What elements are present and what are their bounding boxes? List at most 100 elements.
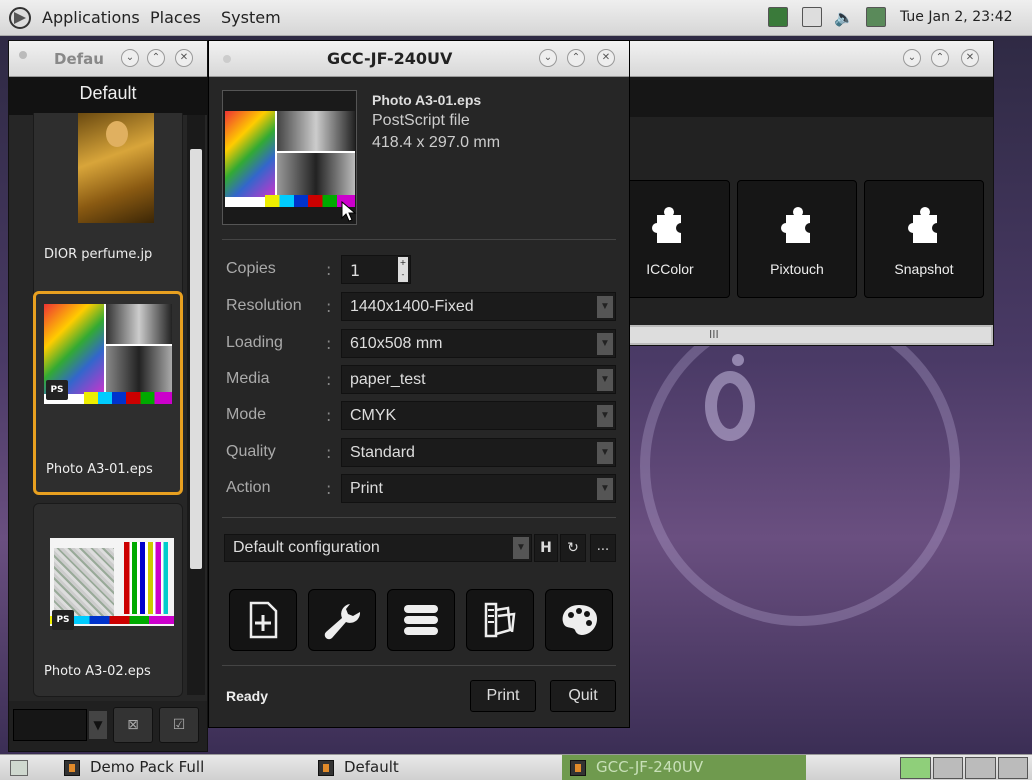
file-tile-dior[interactable]: DIOR perfume.jp xyxy=(33,113,183,311)
workspace-2[interactable] xyxy=(932,757,963,779)
plugin-label: Snapshot xyxy=(894,261,954,277)
colon: : xyxy=(326,297,332,316)
maximize-icon[interactable]: ⌃ xyxy=(147,49,165,67)
close-icon[interactable]: ✕ xyxy=(175,49,193,67)
print-button[interactable]: Print xyxy=(470,680,536,712)
task-label: Demo Pack Full xyxy=(90,758,205,776)
settings-button[interactable] xyxy=(308,589,376,651)
dropdown-arrow-icon: ▼ xyxy=(597,333,613,355)
queue-button[interactable] xyxy=(387,589,455,651)
swatches-button[interactable] xyxy=(466,589,534,651)
file-list-scrollbar[interactable] xyxy=(187,115,205,695)
stepper-arrows-icon[interactable]: + - xyxy=(398,257,408,282)
volume-icon[interactable]: 🔈 xyxy=(834,8,854,27)
default-header: Default xyxy=(9,77,207,115)
maximize-icon[interactable]: ⌃ xyxy=(931,49,949,67)
color-button[interactable] xyxy=(545,589,613,651)
filter-field[interactable] xyxy=(13,709,87,741)
task-demo-pack-full[interactable]: Demo Pack Full xyxy=(56,755,296,780)
workspace-3[interactable] xyxy=(965,757,996,779)
dropdown-arrow-icon[interactable]: ▼ xyxy=(89,711,107,739)
file-preview[interactable] xyxy=(222,90,357,225)
top-panel: Applications Places System 🔈 Tue Jan 2, … xyxy=(0,0,1032,36)
plugin-snapshot[interactable]: Snapshot xyxy=(864,180,984,298)
minimize-icon[interactable]: ⌄ xyxy=(121,49,139,67)
task-gcc-jf-240uv[interactable]: GCC-JF-240UV xyxy=(562,755,806,780)
plugin-label: Pixtouch xyxy=(770,261,824,277)
colon: : xyxy=(326,406,332,425)
minimize-icon[interactable]: ⌄ xyxy=(903,49,921,67)
maximize-icon[interactable]: ⌃ xyxy=(567,49,585,67)
resolution-select[interactable]: 1440x1400-Fixed ▼ xyxy=(341,292,616,321)
file-tile-photo-a3-01[interactable]: PS Photo A3-01.eps xyxy=(33,291,183,495)
taskbar: Demo Pack Full Default GCC-JF-240UV xyxy=(0,754,1032,780)
minimize-icon[interactable]: ⌄ xyxy=(539,49,557,67)
quit-button[interactable]: Quit xyxy=(550,680,616,712)
app-icon xyxy=(318,760,334,776)
file-label: Photo A3-02.eps xyxy=(44,664,151,679)
keyboard-icon[interactable] xyxy=(802,7,822,27)
window-menu-icon[interactable] xyxy=(223,55,231,63)
palette-icon xyxy=(562,605,597,635)
default-window-toolbar: ▼ ⊠ ☑ xyxy=(9,701,207,751)
colon: : xyxy=(326,443,332,462)
scrollbar-thumb[interactable] xyxy=(190,149,202,569)
screen-icon[interactable] xyxy=(768,7,788,27)
loading-label: Loading xyxy=(226,334,283,351)
menu-applications[interactable]: Applications xyxy=(42,8,140,27)
status-text: Ready xyxy=(226,688,269,704)
plugins-window-titlebar[interactable]: ⌄ ⌃ ✕ xyxy=(621,41,993,77)
default-window-titlebar[interactable]: Defau ⌄ ⌃ ✕ xyxy=(9,41,207,77)
configuration-select[interactable]: Default configuration ▼ xyxy=(224,534,532,562)
action-label: Action xyxy=(226,479,271,496)
workspace-4[interactable] xyxy=(997,757,1028,779)
preview-image xyxy=(225,111,355,207)
configuration-value: Default configuration xyxy=(233,539,380,556)
dropdown-arrow-icon: ▼ xyxy=(597,478,613,500)
mode-select[interactable]: CMYK ▼ xyxy=(341,401,616,430)
clock[interactable]: Tue Jan 2, 23:42 xyxy=(900,9,1013,25)
close-icon[interactable]: ✕ xyxy=(961,49,979,67)
save-config-icon[interactable]: H xyxy=(534,534,558,562)
refresh-icon[interactable]: ↻ xyxy=(560,534,586,562)
divider xyxy=(222,517,616,518)
resolution-label: Resolution xyxy=(226,297,302,314)
more-options-button[interactable]: ... xyxy=(590,534,616,562)
dropdown-arrow-icon: ▼ xyxy=(513,537,529,559)
loading-select[interactable]: 610x508 mm ▼ xyxy=(341,329,616,358)
file-tile-photo-a3-02[interactable]: PS Photo A3-02.eps xyxy=(33,503,183,697)
divider xyxy=(222,239,616,240)
wallpaper-swirl xyxy=(640,306,960,626)
network-icon[interactable] xyxy=(866,7,886,27)
list-icon xyxy=(404,605,438,635)
swatch-icon xyxy=(484,602,516,638)
puzzle-icon xyxy=(651,207,681,243)
colon: : xyxy=(326,370,332,389)
workspace-switcher[interactable] xyxy=(900,757,1028,779)
select-all-icon[interactable]: ☑ xyxy=(159,707,199,743)
quality-select[interactable]: Standard ▼ xyxy=(341,438,616,467)
close-icon[interactable]: ✕ xyxy=(597,49,615,67)
action-select[interactable]: Print ▼ xyxy=(341,474,616,503)
plugin-pixtouch[interactable]: Pixtouch xyxy=(737,180,857,298)
menu-places[interactable]: Places xyxy=(150,8,201,27)
print-dialog-titlebar[interactable]: GCC-JF-240UV ⌄ ⌃ ✕ xyxy=(209,41,629,77)
task-default[interactable]: Default xyxy=(310,755,550,780)
wallpaper-mark xyxy=(705,371,755,441)
workspace-1[interactable] xyxy=(900,757,931,779)
quality-value: Standard xyxy=(350,444,415,461)
task-label: Default xyxy=(344,758,399,776)
file-type: PostScript file xyxy=(372,112,470,129)
add-file-button[interactable] xyxy=(229,589,297,651)
plugins-hscroll[interactable]: III xyxy=(621,325,993,345)
copies-stepper[interactable]: 1 + - xyxy=(341,255,411,284)
window-menu-icon[interactable] xyxy=(19,51,27,59)
puzzle-icon xyxy=(780,207,810,243)
remove-file-icon[interactable]: ⊠ xyxy=(113,707,153,743)
app-icon xyxy=(64,760,80,776)
gnome-foot-icon[interactable] xyxy=(8,6,34,30)
media-select[interactable]: paper_test ▼ xyxy=(341,365,616,394)
show-desktop-icon[interactable] xyxy=(10,760,28,776)
menu-system[interactable]: System xyxy=(221,8,281,27)
media-value: paper_test xyxy=(350,371,426,388)
